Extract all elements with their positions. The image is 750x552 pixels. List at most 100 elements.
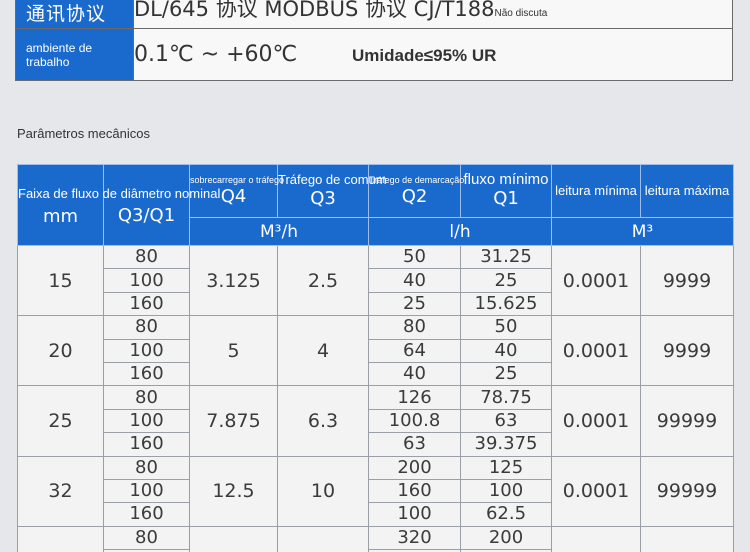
environment-label-cell: ambiente de trabalho: [15, 28, 134, 81]
q3-cell: 4: [277, 315, 369, 387]
q4-cell: [189, 525, 278, 552]
min-reading-cell: 0.0001: [551, 385, 641, 457]
ratio-cell: 160: [103, 432, 190, 457]
ratio-cell: 100: [103, 408, 190, 434]
min-flow-symbol: Q1: [493, 188, 519, 209]
max-reading-header: leitura máxima: [640, 164, 734, 218]
ratio-cell: 100: [103, 268, 190, 293]
environment-row: ambiente de trabalho 0.1℃ ~ +60℃ Umidade≤…: [15, 28, 733, 81]
nominal-diameter-cell: 32: [17, 455, 104, 527]
q2-cell: 126: [368, 385, 461, 410]
protocol-label: 通讯协议: [26, 4, 107, 25]
q1-cell: 200: [460, 525, 552, 551]
q1-cell: 25: [460, 268, 552, 293]
min-reading-header-label: leitura mínima: [555, 183, 637, 198]
nominal-diameter-cell: 25: [17, 385, 104, 457]
common-symbol: Q3: [310, 188, 336, 209]
diameter-header: Faixa de fluxo de diâmetro nominal mm: [17, 164, 220, 246]
top-spec-table: 通讯协议 DL/645 协议 MODBUS 协议 CJ/T188Não disc…: [15, 0, 733, 81]
q4-cell: 7.875: [189, 385, 278, 457]
nominal-diameter-cell: 20: [17, 315, 104, 387]
ratio-cell: 80: [103, 385, 190, 410]
ratio-cell: 80: [103, 315, 190, 340]
q2-cell: 63: [368, 432, 461, 457]
table-row: 80 320 200: [17, 525, 734, 552]
overload-header-label: sobrecarregar o tráfego: [190, 174, 285, 185]
q2-cell: 40: [368, 268, 461, 293]
min-flow-header-label: fluxo mínimo: [463, 171, 549, 188]
humidity-value: Umidade≤95% UR: [352, 46, 497, 65]
max-reading-cell: 99999: [640, 385, 734, 457]
protocol-note: Não discuta: [494, 7, 548, 19]
ratio-header-label: Q3/Q1: [117, 205, 176, 226]
temperature-range: 0.1℃ ~ +60℃: [134, 42, 298, 67]
q2-cell: 64: [368, 338, 461, 363]
q2-cell: 320: [368, 525, 461, 551]
environment-value-cell: 0.1℃ ~ +60℃ Umidade≤95% UR: [133, 28, 733, 81]
ratio-cell: 160: [103, 291, 190, 317]
min-reading-cell: [551, 525, 641, 552]
q1-cell: 78.75: [460, 385, 552, 410]
demarcation-symbol: Q2: [401, 185, 428, 207]
q2-cell: 160: [368, 478, 461, 504]
demarcation-header-label: Tráfego de demarcação: [369, 174, 465, 185]
diameter-header-label: Faixa de fluxo de diâmetro nominal: [18, 185, 221, 201]
nominal-diameter-cell: 15: [17, 244, 104, 317]
q2-cell: 40: [368, 361, 461, 387]
q4-cell: 3.125: [189, 244, 278, 317]
min-reading-header: leitura mínima: [551, 164, 641, 218]
q3-cell: [277, 525, 369, 552]
q1-cell: 39.375: [460, 432, 552, 457]
unit-q4-q3: M³/h: [189, 217, 369, 246]
mechanical-params-table: Faixa de fluxo de diâmetro nominal mm Q3…: [17, 164, 734, 552]
q4-cell: 12.5: [189, 455, 278, 527]
nominal-diameter-cell: [17, 525, 104, 552]
ratio-cell: 160: [103, 502, 190, 527]
protocol-value-cell: DL/645 协议 MODBUS 协议 CJ/T188Não discuta: [133, 0, 733, 29]
q1-cell: 25: [460, 361, 552, 387]
q1-cell: 62.5: [460, 502, 552, 527]
q1-cell: 125: [460, 455, 552, 480]
table-row: 15 80 3.125 2.5 50 31.25 0.0001 9999: [17, 244, 734, 317]
table-row: 20 80 5 4 80 50 0.0001 9999: [17, 315, 734, 387]
q4-cell: 5: [189, 315, 278, 387]
q1-cell: 31.25: [460, 244, 552, 270]
ratio-cell: 100: [103, 478, 190, 504]
q2-cell: 25: [368, 291, 461, 317]
header-row: Faixa de fluxo de diâmetro nominal mm Q3…: [17, 164, 734, 246]
q1-cell: 100: [460, 478, 552, 504]
q1-cell: 40: [460, 338, 552, 363]
protocol-label-cell: 通讯协议: [15, 0, 134, 29]
q1-cell: 15.625: [460, 291, 552, 317]
table-row: 25 80 7.875 6.3 126 78.75 0.0001 99999: [17, 385, 734, 457]
table-body: 15 80 3.125 2.5 50 31.25 0.0001 9999 100 40 25 160 2…: [17, 244, 734, 552]
max-reading-cell: 9999: [640, 315, 734, 387]
q1-cell: 63: [460, 408, 552, 434]
ratio-cell: 80: [103, 455, 190, 480]
max-reading-cell: [640, 525, 734, 552]
q3-cell: 10: [277, 455, 369, 527]
ratio-cell: 80: [103, 525, 190, 551]
q1-cell: 50: [460, 315, 552, 340]
min-reading-cell: 0.0001: [551, 244, 641, 317]
q2-cell: 80: [368, 315, 461, 340]
min-reading-cell: 0.0001: [551, 315, 641, 387]
table-row: 32 80 12.5 10 200 125 0.0001 99999: [17, 455, 734, 527]
max-reading-header-label: leitura máxima: [644, 183, 730, 198]
q2-cell: 100.8: [368, 408, 461, 434]
q2-cell: 100: [368, 502, 461, 527]
protocol-value: DL/645 协议 MODBUS 协议 CJ/T188: [134, 0, 495, 21]
unit-q2-q1: l/h: [368, 217, 552, 246]
diameter-unit: mm: [42, 205, 79, 227]
ratio-cell: 160: [103, 361, 190, 387]
ratio-cell: 80: [103, 244, 190, 270]
q2-cell: 50: [368, 244, 461, 270]
ratio-cell: 100: [103, 338, 190, 363]
q3-cell: 6.3: [277, 385, 369, 457]
q3-cell: 2.5: [277, 244, 369, 317]
max-reading-cell: 99999: [640, 455, 734, 527]
max-reading-cell: 9999: [640, 244, 734, 317]
unit-reading: M³: [551, 217, 734, 246]
min-flow-header: fluxo mínimo Q1: [460, 164, 552, 218]
q2-cell: 200: [368, 455, 461, 480]
